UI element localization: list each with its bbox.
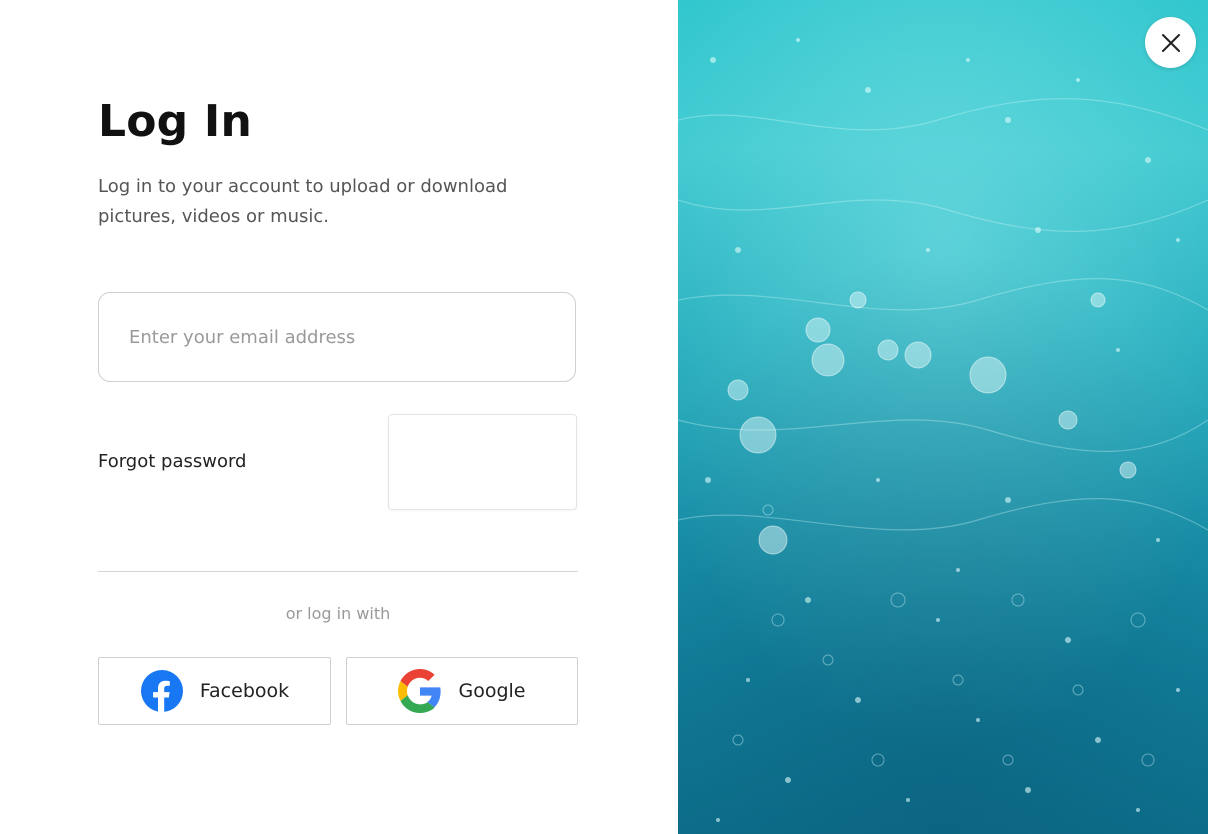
captcha-box[interactable] xyxy=(388,414,577,510)
google-login-button[interactable]: Google xyxy=(346,657,578,725)
facebook-login-button[interactable]: Facebook xyxy=(98,657,331,725)
facebook-icon xyxy=(140,669,184,713)
facebook-label: Facebook xyxy=(199,680,290,702)
forgot-password-link[interactable]: Forgot password xyxy=(98,451,246,472)
email-field[interactable] xyxy=(98,292,576,382)
login-form-panel: Log In Log in to your account to upload … xyxy=(0,0,678,834)
or-log-in-with-text: or log in with xyxy=(285,604,391,623)
divider xyxy=(98,571,578,572)
page-title: Log In xyxy=(98,96,252,147)
page-subtitle: Log in to your account to upload or down… xyxy=(98,176,508,227)
google-label: Google xyxy=(458,680,526,702)
close-icon xyxy=(1161,33,1181,53)
google-icon xyxy=(398,669,442,713)
water-image-panel xyxy=(678,0,1208,834)
login-modal: Log In Log in to your account to upload … xyxy=(0,0,1208,834)
close-button[interactable] xyxy=(1145,17,1196,68)
water-bubbles-image xyxy=(678,0,1208,834)
